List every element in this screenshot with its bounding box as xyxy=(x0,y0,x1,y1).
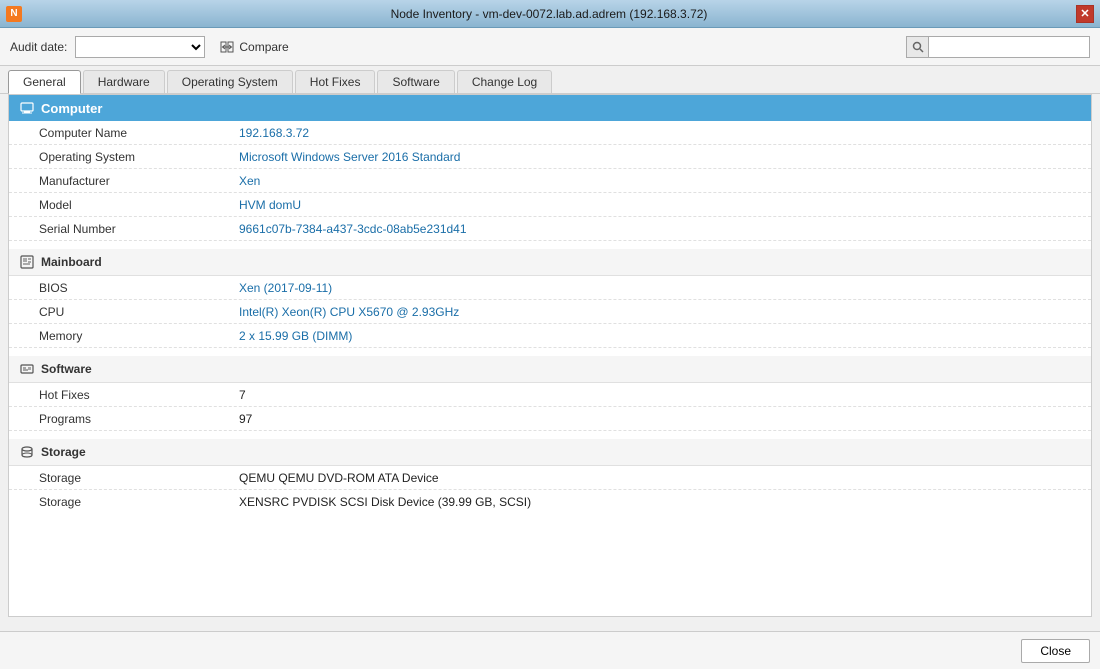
tab-software[interactable]: Software xyxy=(377,70,454,93)
label-serial: Serial Number xyxy=(39,222,239,236)
label-os: Operating System xyxy=(39,150,239,164)
label-programs: Programs xyxy=(39,412,239,426)
title-bar: N Node Inventory - vm-dev-0072.lab.ad.ad… xyxy=(0,0,1100,28)
tab-operating-system[interactable]: Operating System xyxy=(167,70,293,93)
value-computer-name: 192.168.3.72 xyxy=(239,126,309,140)
computer-section-title: Computer xyxy=(41,101,102,116)
value-model: HVM domU xyxy=(239,198,301,212)
software-section-title: Software xyxy=(41,362,92,376)
search-box xyxy=(906,36,1090,58)
table-row: Serial Number 9661c07b-7384-a437-3cdc-08… xyxy=(9,217,1091,241)
computer-section-header: Computer xyxy=(9,95,1091,121)
compare-button[interactable]: Compare xyxy=(213,37,294,57)
table-row: BIOS Xen (2017-09-11) xyxy=(9,276,1091,300)
main-content: Computer Computer Name 192.168.3.72 Oper… xyxy=(8,94,1092,617)
mainboard-section-title: Mainboard xyxy=(41,255,102,269)
compare-label: Compare xyxy=(239,40,288,54)
value-memory: 2 x 15.99 GB (DIMM) xyxy=(239,329,352,343)
tabs-bar: General Hardware Operating System Hot Fi… xyxy=(0,66,1100,94)
label-computer-name: Computer Name xyxy=(39,126,239,140)
bottom-bar: Close xyxy=(0,631,1100,669)
storage-icon xyxy=(19,444,35,460)
label-storage-2: Storage xyxy=(39,495,239,509)
value-serial: 9661c07b-7384-a437-3cdc-08ab5e231d41 xyxy=(239,222,467,236)
tab-change-log[interactable]: Change Log xyxy=(457,70,552,93)
tab-general[interactable]: General xyxy=(8,70,81,94)
mainboard-icon xyxy=(19,254,35,270)
compare-icon xyxy=(219,39,235,55)
toolbar: Audit date: Compare xyxy=(0,28,1100,66)
search-input[interactable] xyxy=(929,37,1089,57)
table-row: Storage XENSRC PVDISK SCSI Disk Device (… xyxy=(9,490,1091,514)
app-logo: N xyxy=(6,6,22,22)
software-icon xyxy=(19,361,35,377)
table-row: Programs 97 xyxy=(9,407,1091,431)
label-manufacturer: Manufacturer xyxy=(39,174,239,188)
storage-section-title: Storage xyxy=(41,445,86,459)
value-storage-2: XENSRC PVDISK SCSI Disk Device (39.99 GB… xyxy=(239,495,531,509)
value-hotfixes: 7 xyxy=(239,388,246,402)
value-bios: Xen (2017-09-11) xyxy=(239,281,332,295)
table-row: Computer Name 192.168.3.72 xyxy=(9,121,1091,145)
value-manufacturer: Xen xyxy=(239,174,260,188)
software-section-header: Software xyxy=(9,356,1091,383)
close-dialog-button[interactable]: Close xyxy=(1021,639,1090,663)
value-cpu: Intel(R) Xeon(R) CPU X5670 @ 2.93GHz xyxy=(239,305,459,319)
label-model: Model xyxy=(39,198,239,212)
label-storage-1: Storage xyxy=(39,471,239,485)
value-os: Microsoft Windows Server 2016 Standard xyxy=(239,150,460,164)
title-bar-center: Node Inventory - vm-dev-0072.lab.ad.adre… xyxy=(22,7,1076,21)
table-row: Operating System Microsoft Windows Serve… xyxy=(9,145,1091,169)
label-bios: BIOS xyxy=(39,281,239,295)
label-hotfixes: Hot Fixes xyxy=(39,388,239,402)
table-row: CPU Intel(R) Xeon(R) CPU X5670 @ 2.93GHz xyxy=(9,300,1091,324)
label-cpu: CPU xyxy=(39,305,239,319)
search-icon xyxy=(907,37,929,57)
window-title: Node Inventory - vm-dev-0072.lab.ad.adre… xyxy=(391,7,708,21)
tab-hardware[interactable]: Hardware xyxy=(83,70,165,93)
table-row: Storage QEMU QEMU DVD-ROM ATA Device xyxy=(9,466,1091,490)
value-storage-1: QEMU QEMU DVD-ROM ATA Device xyxy=(239,471,439,485)
tab-hot-fixes[interactable]: Hot Fixes xyxy=(295,70,376,93)
table-row: Hot Fixes 7 xyxy=(9,383,1091,407)
table-row: Manufacturer Xen xyxy=(9,169,1091,193)
storage-section-header: Storage xyxy=(9,439,1091,466)
title-bar-left: N xyxy=(6,6,22,22)
table-row: Memory 2 x 15.99 GB (DIMM) xyxy=(9,324,1091,348)
table-row: Model HVM domU xyxy=(9,193,1091,217)
audit-date-label: Audit date: xyxy=(10,40,67,54)
window-close-button[interactable]: ✕ xyxy=(1076,5,1094,23)
computer-icon xyxy=(19,100,35,116)
value-programs: 97 xyxy=(239,412,252,426)
label-memory: Memory xyxy=(39,329,239,343)
mainboard-section-header: Mainboard xyxy=(9,249,1091,276)
audit-date-select[interactable] xyxy=(75,36,205,58)
